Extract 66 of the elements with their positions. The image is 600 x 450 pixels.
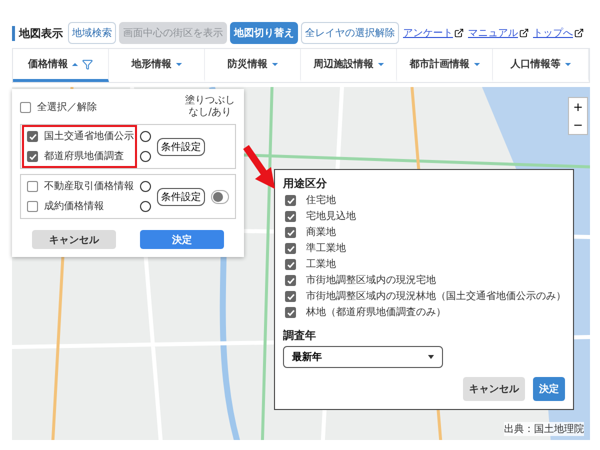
category-tab[interactable]: 周辺施設情報 (301, 49, 397, 82)
section-title: 調査年 (283, 328, 317, 343)
checkbox-label: 市街地調整区域内の現況林地（国土交通省地価公示のみ） (306, 290, 566, 303)
help-icon[interactable] (140, 181, 151, 192)
panel-button[interactable]: 決定 (140, 230, 224, 249)
fill-toggle[interactable] (211, 190, 229, 204)
caret-icon (176, 62, 182, 66)
checkbox-label: 準工業地 (306, 242, 346, 255)
checkbox-label: 住宅地 (306, 194, 336, 207)
checkbox[interactable] (285, 243, 296, 254)
header-link[interactable]: マニュアル (468, 26, 518, 40)
checkbox-label: 不動産取引価格情報 (44, 180, 134, 193)
category-tab[interactable]: 人口情報等 (493, 49, 589, 82)
checkbox[interactable] (27, 151, 38, 162)
checkbox-label: 商業地 (306, 226, 336, 239)
checkbox[interactable] (285, 259, 296, 270)
dialog-button[interactable]: 決定 (533, 377, 565, 401)
checkbox-label: 全選択／解除 (37, 100, 97, 114)
pointer-arrow (243, 145, 275, 189)
toolbar-button[interactable]: 全レイヤの選択解除 (301, 22, 399, 44)
checkbox-label: 林地（都道府県地価調査のみ） (306, 306, 446, 319)
dialog-button[interactable]: キャンセル (463, 377, 525, 401)
checkbox-label: 工業地 (306, 258, 336, 271)
caret-icon (474, 62, 480, 66)
category-tab[interactable]: 価格情報 (13, 49, 109, 82)
header-link[interactable]: アンケート (403, 26, 453, 40)
section-title: 用途区分 (283, 176, 328, 191)
toolbar-button[interactable]: 地図切り替え (230, 22, 298, 44)
checkbox-label: 都道府県地価調査 (44, 150, 124, 163)
checkbox-label: 市街地調整区域内の現況宅地 (306, 274, 436, 287)
checkbox[interactable] (27, 181, 38, 192)
checkbox-label: 宅地見込地 (306, 210, 356, 223)
checkbox[interactable] (20, 102, 31, 112)
external-link-icon (454, 28, 464, 38)
help-icon[interactable] (140, 201, 151, 212)
help-icon[interactable] (140, 151, 151, 162)
toolbar-button[interactable]: 地域検索 (68, 22, 116, 44)
caret-icon (428, 355, 434, 359)
panel-button[interactable]: キャンセル (32, 230, 116, 249)
caret-icon (378, 62, 384, 66)
help-icon[interactable] (140, 131, 151, 142)
external-link-icon (519, 28, 529, 38)
checkbox[interactable] (285, 195, 296, 206)
map-attribution: 出典：国土地理院 (504, 422, 584, 436)
condition-settings-button[interactable]: 条件設定 (157, 138, 205, 156)
header-link[interactable]: トップへ (533, 26, 573, 40)
checkbox[interactable] (27, 201, 38, 212)
caret-icon (272, 62, 278, 66)
category-tab[interactable]: 地形情報 (109, 49, 205, 82)
checkbox[interactable] (285, 211, 296, 222)
checkbox[interactable] (285, 307, 296, 318)
checkbox[interactable] (27, 131, 38, 142)
checkbox-label: 国土交通省地価公示 (44, 130, 134, 143)
fill-column-label: 塗りつぶしなし/あり (184, 95, 236, 119)
external-link-icon (574, 28, 584, 38)
checkbox[interactable] (285, 291, 296, 302)
caret-icon (72, 62, 78, 66)
page-title: 地図表示 (12, 26, 63, 40)
category-tab[interactable]: 防災情報 (205, 49, 301, 82)
year-select[interactable]: 最新年 (283, 346, 443, 368)
category-tab[interactable]: 都市計画情報 (397, 49, 493, 82)
checkbox[interactable] (285, 227, 296, 238)
checkbox-label: 成約価格情報 (44, 200, 104, 213)
checkbox[interactable] (285, 275, 296, 286)
caret-icon (564, 62, 570, 66)
condition-settings-button[interactable]: 条件設定 (157, 188, 205, 206)
